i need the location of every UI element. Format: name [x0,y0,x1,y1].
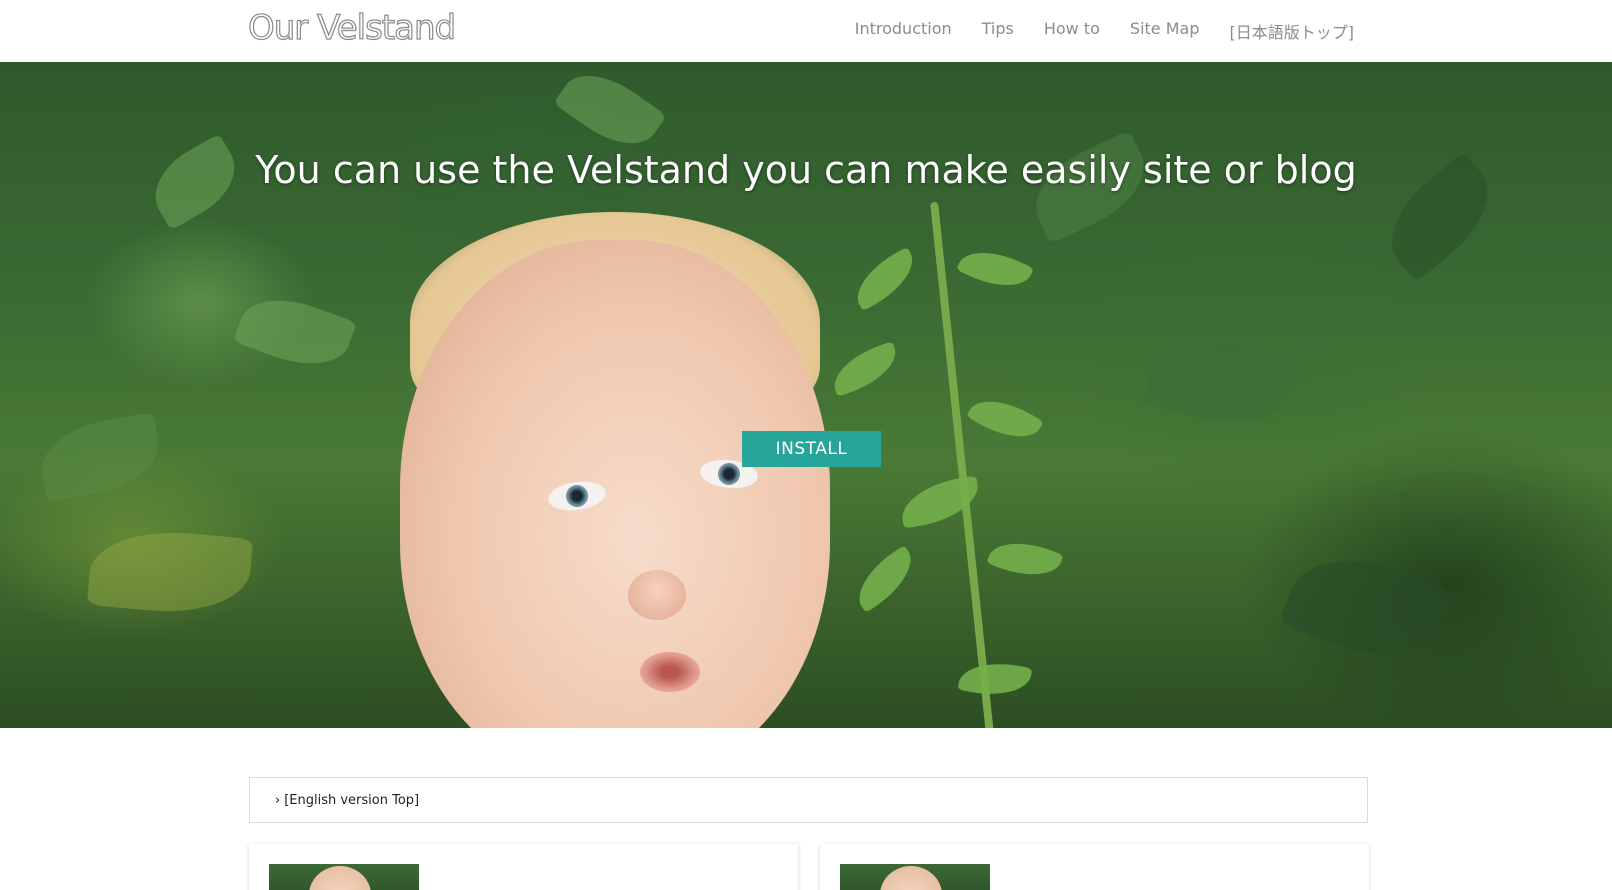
background-leaf [553,62,667,161]
hero-banner: You can use the Velstand you can make ea… [0,62,1612,728]
baby-mouth [640,652,700,692]
background-leaf [86,525,254,619]
background-leaf [1142,325,1298,439]
background-leaf [233,284,357,380]
baby-face [400,240,830,728]
baby-nose [628,570,686,620]
site-header: Our Velstand Introduction Tips How to Si… [0,0,1612,62]
nav-japanese-top[interactable]: [日本語版トップ] [1230,19,1355,43]
install-button[interactable]: INSTALL [742,431,881,467]
breadcrumb: › [English version Top] [249,777,1368,823]
nav-site-map[interactable]: Site Map [1130,19,1200,43]
nav-introduction[interactable]: Introduction [855,19,952,43]
breadcrumb-link-english-top[interactable]: [English version Top] [284,793,419,808]
post-card[interactable] [820,844,1369,890]
plant-leaf [957,656,1033,702]
site-logo[interactable]: Our Velstand [247,7,456,48]
nav-tips[interactable]: Tips [982,19,1014,43]
plant-leaf [846,246,924,312]
hero-title: You can use the Velstand you can make ea… [255,148,1357,192]
plant-leaf [986,531,1064,587]
plant-leaf [956,238,1034,300]
post-thumbnail[interactable] [269,864,419,890]
post-card[interactable] [249,844,798,890]
plant-leaf [846,544,924,614]
nav-how-to[interactable]: How to [1044,19,1100,43]
post-thumbnail[interactable] [840,864,990,890]
plant-leaf [966,386,1044,452]
background-leaf [1279,539,1451,675]
main-nav: Introduction Tips How to Site Map [日本語版ト… [855,19,1354,43]
chevron-right-icon: › [275,792,281,808]
background-leaf [34,412,166,502]
plant-leaf [826,341,904,397]
